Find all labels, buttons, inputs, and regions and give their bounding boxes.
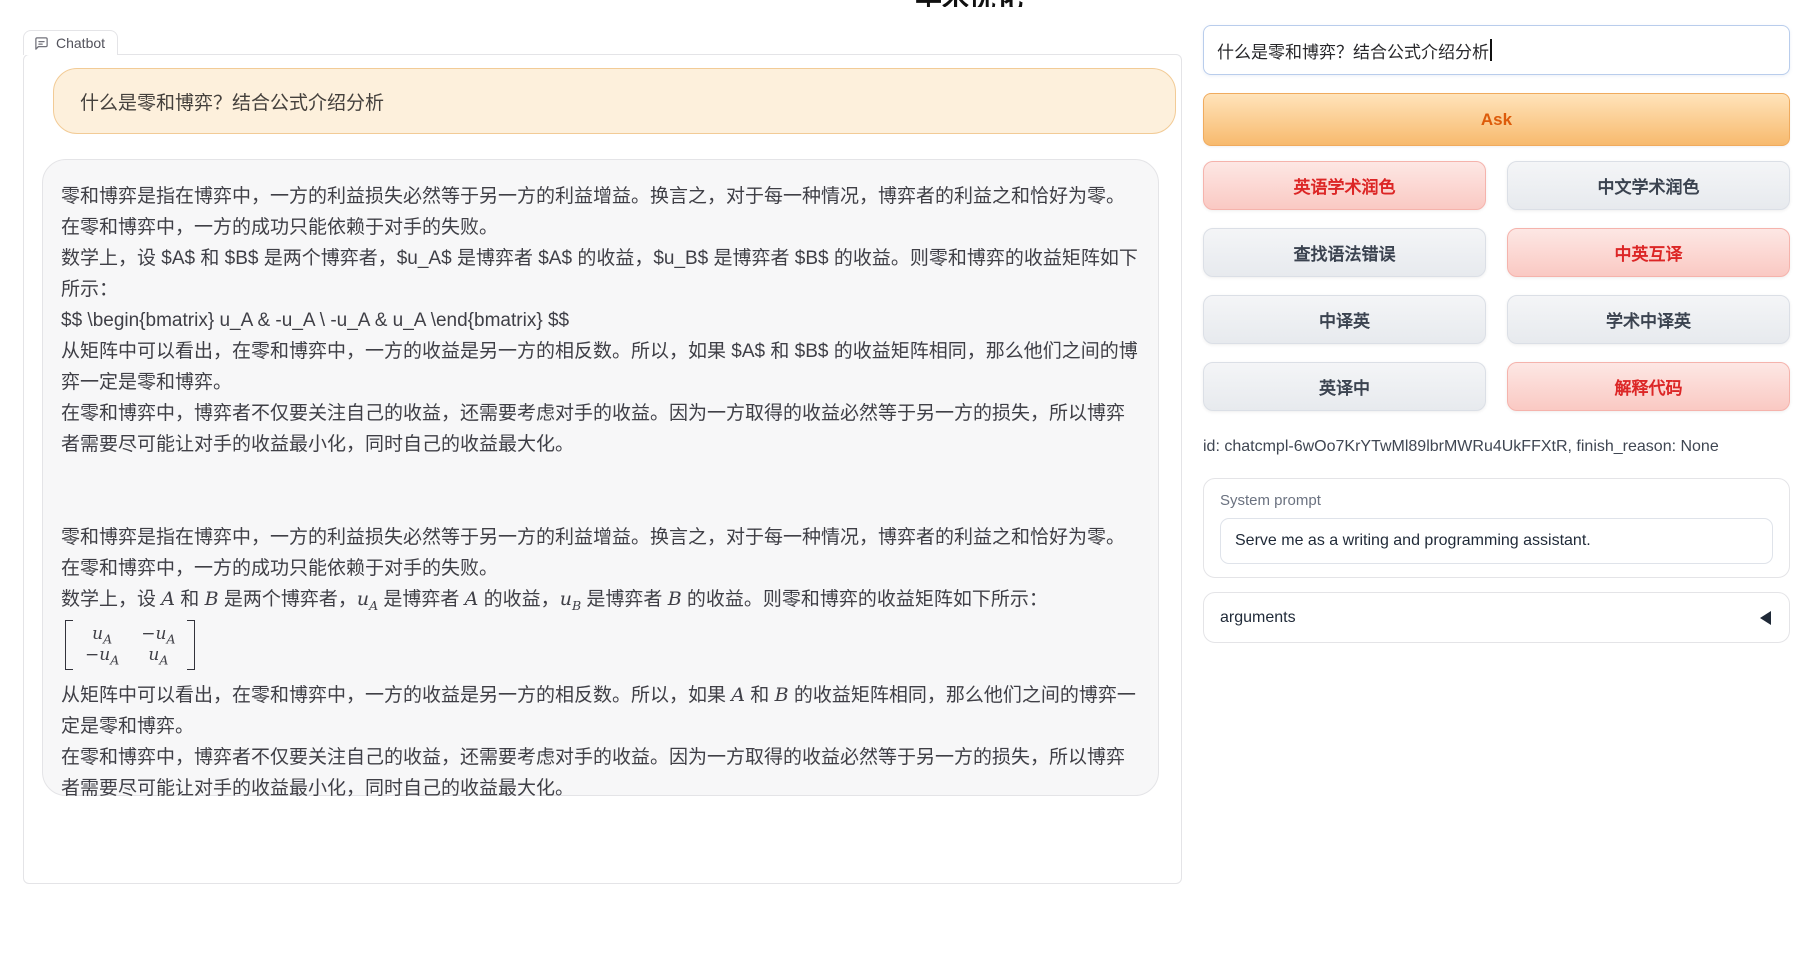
system-prompt-label: System prompt [1220, 492, 1773, 509]
button-zh-to-en[interactable]: 中译英 [1203, 295, 1486, 344]
bot-rendered-paragraph: 零和博弈是指在博弈中，一方的利益损失必然等于另一方的利益增益。换言之，对于每一种… [61, 522, 1140, 584]
app-title-cropped: 学术优化 [915, 0, 1055, 7]
matrix-cell: −uA [85, 645, 119, 666]
prompt-input-value: 什么是零和博弈？结合公式介绍分析 [1217, 38, 1489, 63]
bot-rendered-paragraph: 在零和博弈中，博弈者不仅要关注自己的收益，还需要考虑对手的收益。因为一方取得的收… [61, 742, 1140, 804]
math-var: uA [357, 588, 378, 610]
button-academic-zh-to-en[interactable]: 学术中译英 [1507, 295, 1790, 344]
matrix-left-bracket [65, 620, 73, 670]
paragraph-gap [61, 460, 1140, 522]
chatbot-label: Chatbot [56, 35, 105, 51]
matrix-cell: −uA [141, 624, 175, 645]
user-message-text: 什么是零和博弈？结合公式介绍分析 [80, 88, 384, 115]
math-var: B [775, 684, 789, 706]
math-var: A [465, 588, 479, 610]
button-chinese-academic-polish[interactable]: 中文学术润色 [1507, 161, 1790, 210]
text-cursor [1490, 39, 1492, 61]
user-message-bubble: 什么是零和博弈？结合公式介绍分析 [53, 68, 1176, 134]
arguments-accordion[interactable]: arguments [1203, 592, 1790, 643]
payoff-matrix: uA −uA −uA uA [65, 620, 195, 670]
matrix-right-bracket [187, 620, 195, 670]
math-var: B [668, 588, 682, 610]
button-zh-en-mutual-translate[interactable]: 中英互译 [1507, 228, 1790, 277]
bot-raw-paragraph: 零和博弈是指在博弈中，一方的利益损失必然等于另一方的利益增益。换言之，对于每一种… [61, 181, 1140, 243]
button-find-grammar-errors[interactable]: 查找语法错误 [1203, 228, 1486, 277]
math-var: B [205, 588, 219, 610]
ask-button[interactable]: Ask [1203, 93, 1790, 146]
system-prompt-input[interactable]: Serve me as a writing and programming as… [1220, 518, 1773, 564]
chat-bubble-icon [34, 36, 49, 51]
math-var: A [161, 588, 175, 610]
collapse-triangle-icon [1760, 611, 1771, 625]
bot-raw-latex-matrix: $$ \begin{bmatrix} u_A & -u_A \ -u_A & u… [61, 305, 1140, 336]
bot-rendered-math-paragraph: 从矩阵中可以看出，在零和博弈中，一方的收益是另一方的相反数。所以，如果 A 和 … [61, 680, 1140, 742]
bot-rendered-math-paragraph: 数学上，设 A 和 B 是两个博弈者，uA 是博弈者 A 的收益，uB 是博弈者… [61, 584, 1140, 615]
math-var: A [731, 684, 745, 706]
matrix-cell: uA [85, 624, 119, 645]
app-title-text: 学术优化 [915, 0, 1055, 7]
control-column: 什么是零和博弈？结合公式介绍分析 Ask 英语学术润色 中文学术润色 查找语法错… [1203, 25, 1790, 643]
matrix-cell: uA [141, 645, 175, 666]
button-en-to-zh[interactable]: 英译中 [1203, 362, 1486, 411]
bot-message-bubble: 零和博弈是指在博弈中，一方的利益损失必然等于另一方的利益增益。换言之，对于每一种… [42, 159, 1159, 796]
chatbot-panel: 什么是零和博弈？结合公式介绍分析 零和博弈是指在博弈中，一方的利益损失必然等于另… [23, 54, 1182, 884]
completion-status-line: id: chatcmpl-6wOo7KrYTwMl89lbrMWRu4UkFFX… [1203, 438, 1790, 456]
bot-raw-paragraph: 数学上，设 $A$ 和 $B$ 是两个博弈者，$u_A$ 是博弈者 $A$ 的收… [61, 243, 1140, 305]
bot-raw-paragraph: 在零和博弈中，博弈者不仅要关注自己的收益，还需要考虑对手的收益。因为一方取得的收… [61, 398, 1140, 460]
system-prompt-panel: System prompt Serve me as a writing and … [1203, 478, 1790, 578]
arguments-accordion-label: arguments [1220, 609, 1296, 627]
button-english-academic-polish[interactable]: 英语学术润色 [1203, 161, 1486, 210]
math-var: uB [560, 588, 581, 610]
system-prompt-value: Serve me as a writing and programming as… [1235, 532, 1591, 550]
bot-raw-paragraph: 从矩阵中可以看出，在零和博弈中，一方的收益是另一方的相反数。所以，如果 $A$ … [61, 336, 1140, 398]
button-explain-code[interactable]: 解释代码 [1507, 362, 1790, 411]
chatbot-label-tab: Chatbot [23, 30, 118, 55]
function-button-grid: 英语学术润色 中文学术润色 查找语法错误 中英互译 中译英 学术中译英 英译中 … [1203, 161, 1790, 411]
prompt-input[interactable]: 什么是零和博弈？结合公式介绍分析 [1203, 25, 1790, 75]
